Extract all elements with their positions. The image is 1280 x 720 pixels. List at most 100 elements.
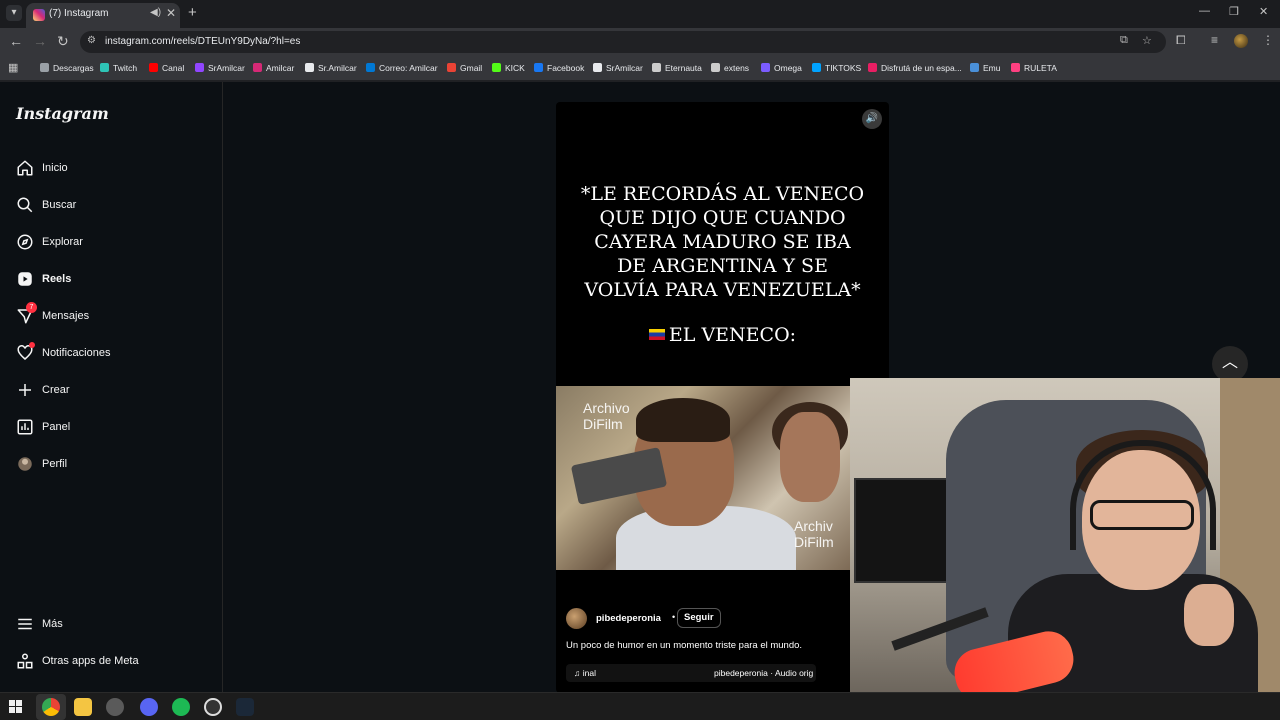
sidebar-item-label: Crear	[42, 384, 70, 396]
bookmark-favicon-icon	[970, 63, 979, 72]
reel-description: Un poco de humor en un momento triste pa…	[566, 640, 803, 651]
bookmark-item[interactable]: Twitch	[100, 62, 137, 74]
sidebar-item-panel[interactable]: Panel	[16, 415, 206, 443]
audio-left: ♫ inal	[574, 668, 596, 678]
bookmark-item[interactable]: Emu	[970, 62, 1000, 74]
bookmark-star-icon[interactable]: ☆	[1142, 34, 1152, 47]
author-name[interactable]: pibedeperonia	[596, 613, 661, 624]
chrome-taskbar-icon[interactable]	[42, 698, 60, 716]
follow-button[interactable]: Seguir	[677, 608, 721, 628]
plus-icon	[19, 384, 31, 396]
address-bar[interactable]: ⚙ instagram.com/reels/DTEUnY9DyNa/?hl=es…	[80, 31, 1166, 53]
bookmark-item[interactable]: Disfrutá de un espa...	[868, 62, 962, 74]
discord-taskbar-icon[interactable]	[140, 698, 158, 716]
bookmark-item[interactable]: extens	[711, 62, 749, 74]
sound-toggle-icon[interactable]: 🔊	[862, 109, 882, 129]
close-window-button[interactable]: ✕	[1259, 5, 1268, 18]
caption-line: *LE RECORDÁS AL VENECO	[580, 183, 865, 205]
media-control-icon[interactable]: ≡	[1211, 33, 1218, 47]
restore-button[interactable]: ❐	[1229, 5, 1239, 18]
sidebar-item-crear[interactable]: Crear	[16, 378, 206, 406]
caption-line: VOLVÍA PARA VENEZUELA*	[584, 279, 861, 301]
bookmark-label: TIKTOKS	[825, 63, 862, 73]
bookmark-item[interactable]: Eternauta	[652, 62, 702, 74]
bookmark-item[interactable]: KICK	[492, 62, 525, 74]
sidebar-item-perfil[interactable]: Perfil	[16, 452, 206, 480]
minimize-button[interactable]: —	[1199, 5, 1210, 17]
clip-figure	[636, 398, 730, 442]
sidebar-item-label: Inicio	[42, 162, 68, 174]
reel-video[interactable]: 🔊 *LE RECORDÁS AL VENECO QUE DIJO QUE CU…	[556, 102, 889, 693]
bookmark-item[interactable]: Canal	[149, 62, 184, 74]
bookmark-item[interactable]: Omega	[761, 62, 802, 74]
bookmark-item[interactable]: SrAmilcar	[195, 62, 245, 74]
windows-start-icon[interactable]	[9, 700, 23, 714]
bookmark-favicon-icon	[761, 63, 770, 72]
bookmark-item[interactable]: TIKTOKS	[812, 62, 861, 74]
obs-taskbar-icon[interactable]	[204, 698, 222, 716]
bookmark-item[interactable]: Gmail	[447, 62, 482, 74]
sidebar-item-meta-apps[interactable]: Otras apps de Meta	[16, 649, 206, 677]
bookmark-favicon-icon	[253, 63, 262, 72]
reload-button[interactable]: ↻	[57, 33, 69, 50]
compass-icon	[17, 234, 33, 250]
bookmark-item[interactable]: Correo: Amilcar	[366, 62, 438, 74]
audio-attribution[interactable]: ♫ inal pibedeperonia · Audio orig	[566, 664, 816, 682]
bookmark-label: SrAmilcar	[208, 63, 245, 73]
author-avatar[interactable]	[566, 608, 587, 629]
watermark-line: Archiv	[794, 518, 833, 534]
sidebar-item-notificaciones[interactable]: Notificaciones	[16, 341, 206, 369]
bookmark-item[interactable]: SrAmilcar	[593, 62, 643, 74]
tab-instagram[interactable]: (7) Instagram ◀) ✕	[26, 3, 180, 28]
instagram-logo[interactable]: Instagram	[16, 104, 109, 123]
bookmark-favicon-icon	[195, 63, 204, 72]
bookmark-label: RULETA	[1024, 63, 1057, 73]
bookmark-item[interactable]: RULETA	[1011, 62, 1057, 74]
bookmark-item[interactable]: Sr.Amilcar	[305, 62, 357, 74]
author-row: pibedeperonia • Seguir	[566, 608, 866, 630]
sidebar-item-mensajes[interactable]: 7 Mensajes	[16, 302, 206, 332]
bookmark-label: extens	[724, 63, 750, 73]
app-taskbar-icon[interactable]	[106, 698, 124, 716]
sidebar-item-label: Otras apps de Meta	[42, 655, 139, 667]
forward-button[interactable]: →	[33, 33, 47, 49]
sidebar-item-inicio[interactable]: Inicio	[16, 156, 206, 184]
bookmark-label: Facebook	[547, 63, 585, 73]
sidebar-item-reels[interactable]: Reels	[16, 267, 206, 295]
sidebar-item-buscar[interactable]: Buscar	[16, 193, 206, 221]
bookmark-label: Canal	[162, 63, 185, 73]
webcam-scene	[1184, 584, 1234, 646]
bookmark-favicon-icon	[40, 63, 49, 72]
site-info-icon[interactable]: ⚙	[87, 35, 96, 46]
watermark-line: DiFilm	[794, 534, 834, 550]
file-explorer-icon[interactable]	[74, 698, 92, 716]
profile-avatar-icon[interactable]	[1234, 34, 1248, 48]
chrome-menu-icon[interactable]: ⋮	[1262, 33, 1274, 47]
home-icon	[17, 160, 33, 176]
new-tab-button[interactable]: +	[188, 4, 197, 21]
sidebar-item-explorar[interactable]: Explorar	[16, 230, 206, 258]
extensions-icon[interactable]: ⧠	[1176, 33, 1186, 48]
tab-audio-icon[interactable]: ◀)	[150, 7, 161, 18]
scroll-up-button[interactable]: ︿	[1212, 346, 1248, 382]
tab-search-icon[interactable]: ▾	[6, 5, 22, 21]
bookmark-item[interactable]: Amilcar	[253, 62, 294, 74]
bookmark-label: Disfrutá de un espa...	[881, 63, 962, 73]
apps-grid-icon[interactable]: ▦	[8, 61, 18, 74]
caption-line: DE ARGENTINA Y SE	[617, 255, 828, 277]
sidebar-item-mas[interactable]: Más	[16, 612, 206, 640]
veneco-label: EL VENECO:	[566, 324, 879, 346]
tab-close-icon[interactable]: ✕	[166, 6, 176, 20]
steam-taskbar-icon[interactable]	[236, 698, 254, 716]
bookmark-label: Omega	[774, 63, 802, 73]
back-button[interactable]: ←	[9, 33, 23, 49]
music-note-icon: ♫	[574, 668, 583, 678]
spotify-taskbar-icon[interactable]	[172, 698, 190, 716]
menu-icon	[18, 618, 32, 630]
install-app-icon[interactable]: ⧉	[1120, 34, 1128, 47]
bookmark-item[interactable]: Facebook	[534, 62, 584, 74]
bookmark-favicon-icon	[1011, 63, 1020, 72]
meta-apps-icon	[17, 653, 33, 669]
caption-line: QUE DIJO QUE CUANDO	[599, 207, 846, 229]
bookmark-item[interactable]: Descargas	[40, 62, 94, 74]
